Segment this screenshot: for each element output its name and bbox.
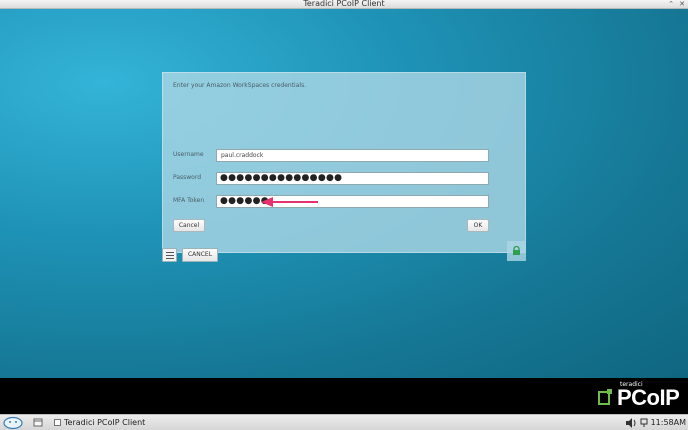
- annotation-arrow-icon: [261, 197, 318, 207]
- pcoip-logo-icon: [598, 389, 612, 405]
- lock-icon: [513, 246, 520, 255]
- username-label: Username: [173, 151, 204, 158]
- credentials-dialog: Enter your Amazon WorkSpaces credentials…: [162, 72, 526, 253]
- ok-button[interactable]: OK: [467, 219, 489, 232]
- username-input[interactable]: [216, 149, 489, 162]
- start-menu-icon[interactable]: [2, 416, 24, 430]
- logo-text: PCoIP: [617, 385, 680, 410]
- window-title: Teradici PCoIP Client: [303, 0, 385, 8]
- taskbar: Teradici PCoIP Client 11:58AM: [0, 414, 688, 430]
- window-titlebar[interactable]: Teradici PCoIP Client ⌃ ✕: [0, 0, 688, 9]
- taskbar-item-label: Teradici PCoIP Client: [64, 418, 146, 427]
- close-button[interactable]: ✕: [679, 0, 685, 9]
- clock[interactable]: 11:58AM: [651, 418, 686, 427]
- mfa-token-label: MFA Token: [173, 197, 205, 204]
- taskbar-item-pcoip-client[interactable]: Teradici PCoIP Client: [50, 416, 153, 429]
- password-mask: ●●●●●●●●●●●●●●●: [220, 173, 343, 183]
- volume-icon[interactable]: [625, 417, 637, 428]
- lock-tab: [507, 241, 526, 261]
- cancel-button[interactable]: Cancel: [173, 219, 205, 232]
- hamburger-icon: [166, 252, 174, 253]
- menu-button[interactable]: [162, 248, 177, 262]
- toolbar-cancel-button[interactable]: CANCEL: [182, 248, 218, 262]
- status-band: [0, 378, 688, 414]
- pcoip-logo: teradici PCoIP: [596, 380, 686, 412]
- system-tray: 11:58AM: [625, 416, 686, 429]
- password-label: Password: [173, 174, 202, 181]
- maximize-button[interactable]: ⌃: [668, 0, 674, 9]
- window-icon: [54, 419, 61, 426]
- dialog-instruction: Enter your Amazon WorkSpaces credentials…: [173, 82, 307, 89]
- network-icon[interactable]: [640, 418, 648, 428]
- show-desktop-icon[interactable]: [33, 418, 43, 428]
